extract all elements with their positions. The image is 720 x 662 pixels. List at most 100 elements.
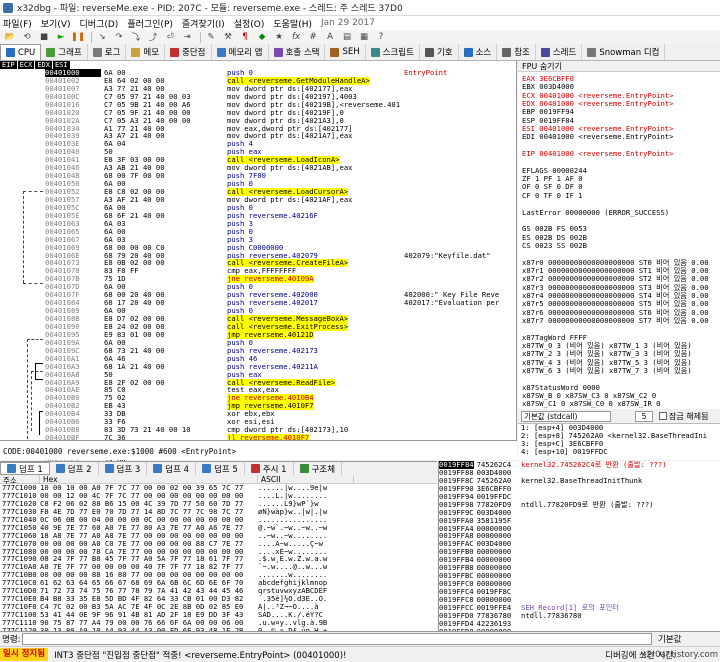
disasm-address[interactable]: 004010A1 xyxy=(45,355,101,363)
register-row[interactable]: x87TW_6 3 (비어 있음) x87TW_7 3 (비어 있음) xyxy=(522,367,720,375)
disasm-instruction[interactable]: call <reverseme.ExitProcess> xyxy=(227,322,403,331)
register-row[interactable]: x87r3 00000000000000000000 ST3 비어 있음 0.0… xyxy=(522,284,720,292)
disasm-instruction[interactable]: push 0 xyxy=(227,180,403,188)
disasm-address[interactable]: 00401040 xyxy=(45,148,101,156)
disasm-address[interactable]: 00401052 xyxy=(45,188,101,196)
stack-row[interactable]: 0019FFC4 0019FF8C xyxy=(439,588,518,596)
disasm-instruction[interactable]: push 0 xyxy=(227,307,403,315)
register-row[interactable]: EDX 00401000 <reverseme.EntryPoint> xyxy=(522,100,720,108)
register-row[interactable]: OF 0 SF 0 DF 0 xyxy=(522,183,720,191)
register-row[interactable] xyxy=(522,250,720,258)
disasm-address[interactable]: 0040109A xyxy=(45,339,101,347)
disasm-instruction[interactable]: mov dword ptr ds:[4021A7],eax xyxy=(227,132,403,140)
register-row[interactable]: EFLAGS 00000244 xyxy=(522,167,720,175)
disasm-address[interactable]: 0040100C xyxy=(45,93,101,101)
execute-till-return-icon[interactable]: ⏎ xyxy=(163,32,177,43)
run-icon[interactable]: ► xyxy=(54,32,68,43)
stack-row[interactable]: 0019FF98 77820FD9 xyxy=(439,501,518,509)
register-row[interactable] xyxy=(522,325,720,333)
register-row[interactable] xyxy=(522,217,720,225)
disasm-address[interactable]: 0040107B xyxy=(45,275,101,283)
unlocked-checkbox[interactable] xyxy=(659,412,667,420)
disasm-address[interactable]: 00401057 xyxy=(45,196,101,204)
register-row[interactable]: x87r0 00000000000000000000 ST0 비어 있음 0.0… xyxy=(522,259,720,267)
disasm-instruction[interactable]: push 0 xyxy=(227,283,403,291)
register-row[interactable]: x87r4 00000000000000000000 ST4 비어 있음 0.0… xyxy=(522,292,720,300)
disasm-address[interactable]: 0040104B xyxy=(45,172,101,180)
dump-row[interactable]: 777C1010 00 00 12 00 4C 7F 7C 77 00 00 00… xyxy=(0,492,437,500)
dump-row[interactable]: 777C1000 10 00 10 00 A0 7F 7C 77 00 00 02… xyxy=(0,484,437,492)
register-row[interactable] xyxy=(522,375,720,383)
stack-row[interactable]: 0019FFBC 00000000 xyxy=(439,572,518,580)
tab-call-stack[interactable]: 호출 스택 xyxy=(269,44,326,60)
register-row[interactable]: x87SW_B 0 x87SW_C3 0 x87SW_C2 0 xyxy=(522,392,720,400)
tab-symbols[interactable]: 기호 xyxy=(420,44,459,60)
disasm-address[interactable]: 004010A3 xyxy=(45,363,101,371)
dump-row[interactable]: 777C10B0 00 00 00 00 88 16 80 77 00 00 00… xyxy=(0,571,437,579)
register-row[interactable]: x87r1 00000000000000000000 ST1 비어 있음 0.0… xyxy=(522,267,720,275)
command-input[interactable] xyxy=(22,633,652,645)
register-row[interactable]: x87r5 00000000000000000000 ST5 비어 있음 0.0… xyxy=(522,300,720,308)
disasm-instruction[interactable]: mov dword ptr ds:[40219F],0 xyxy=(227,109,403,117)
register-row[interactable] xyxy=(522,142,720,150)
stack-row[interactable]: 0019FFB0 00000000 xyxy=(439,548,518,556)
dump-row[interactable]: 777C10C0 61 62 63 64 65 66 67 68 69 6A 6B… xyxy=(0,579,437,587)
register-row[interactable]: x87TW_2 3 (비어 있음) x87TW_3 3 (비어 있음) xyxy=(522,350,720,358)
disasm-instruction[interactable]: call <reverseme.CreateFileA> xyxy=(227,259,403,268)
arguments-pane[interactable]: 1: [esp+4] 003D4000 2: [esp+8] 745262A0 <… xyxy=(518,423,720,460)
disasm-address[interactable]: 00401007 xyxy=(45,85,101,93)
disasm-instruction[interactable]: push 0 xyxy=(227,69,403,77)
calculator-icon[interactable]: ▦ xyxy=(357,32,371,43)
dump-row[interactable]: 777C1060 18 A8 7E 77 A0 A8 7E 77 00 00 00… xyxy=(0,532,437,540)
script-toolbar-icon[interactable]: ▤ xyxy=(340,32,354,43)
fpu-toggle[interactable]: FPU 숨기기 xyxy=(518,61,720,72)
dump-row[interactable]: 777C10D0 71 72 73 74 75 76 77 78 79 7A 41… xyxy=(0,587,437,595)
trace-over-icon[interactable]: ⤴ xyxy=(146,32,160,43)
disasm-instruction[interactable]: mov eax,dword ptr ds:[402177] xyxy=(227,125,403,133)
disasm-address[interactable]: 004010B8 xyxy=(45,426,101,434)
disasm-instruction[interactable]: push 0 xyxy=(227,204,403,212)
disasm-instruction[interactable]: push reverseme.40211A xyxy=(227,363,403,371)
disasm-address[interactable]: 00401046 xyxy=(45,164,101,172)
disasm-instruction[interactable]: mov dword ptr ds:[402197],4003 xyxy=(227,93,403,101)
disasm-instruction[interactable]: push 3 xyxy=(227,236,403,244)
dump-row[interactable]: 777C1110 90 75 87 77 A4 79 00 00 76 66 6F… xyxy=(0,619,437,627)
register-row[interactable]: EIP 00401000 <reverseme.EntryPoint> xyxy=(522,150,720,158)
disasm-address[interactable]: 00401041 xyxy=(45,156,101,164)
disasm-address[interactable]: 00401067 xyxy=(45,236,101,244)
functions-icon[interactable]: fx xyxy=(289,32,303,43)
disasm-address[interactable]: 004010B0 xyxy=(45,394,101,402)
register-row[interactable]: x87r2 00000000000000000000 ST2 비어 있음 0.0… xyxy=(522,275,720,283)
disasm-address[interactable]: 0040105C xyxy=(45,204,101,212)
hash-icon[interactable]: # xyxy=(306,32,320,43)
tab-dump-1[interactable]: 덤프 1 xyxy=(0,462,50,475)
dump-row[interactable]: 777C1050 40 9E 7E 77 60 A0 7E 77 80 A3 7E… xyxy=(0,524,437,532)
disasm-instruction[interactable]: push 3 xyxy=(227,220,403,228)
disasm-address[interactable]: 00401034 xyxy=(45,125,101,133)
menu-item-4[interactable]: 즐겨찾기(I) xyxy=(182,17,225,30)
register-row[interactable] xyxy=(522,158,720,166)
register-row[interactable]: x87r7 00000000000000000000 ST7 비어 있음 0.0… xyxy=(522,317,720,325)
disasm-address[interactable]: 00401078 xyxy=(45,267,101,275)
tab-notes[interactable]: 메모 xyxy=(126,44,166,60)
disasm-instruction[interactable]: call <reverseme.GetModuleHandleA> xyxy=(227,76,403,85)
register-row[interactable]: ES 002B DS 002B xyxy=(522,234,720,242)
run-to-user-code-icon[interactable]: ⇥ xyxy=(180,32,194,43)
stack-row[interactable]: 0019FF94 0019FFDC xyxy=(439,493,518,501)
step-over-icon[interactable]: ↷ xyxy=(112,32,126,43)
menu-item-3[interactable]: 플러그인(P) xyxy=(127,17,173,30)
disasm-instruction[interactable]: push 4 xyxy=(227,140,403,148)
open-icon[interactable]: 📂 xyxy=(3,32,17,43)
disasm-address[interactable]: 0040107D xyxy=(45,283,101,291)
disasm-instruction[interactable]: mov dword ptr ds:[4021AF],eax xyxy=(227,196,403,204)
disasm-instruction[interactable]: jmp reverseme.40121D xyxy=(227,330,403,339)
dump-row[interactable]: 777C1030 F8 4E 7D 77 E0 70 7D 77 14 8D 7C… xyxy=(0,508,437,516)
disasm-address[interactable]: 00401002 xyxy=(45,77,101,85)
dump-row[interactable]: 777C10F0 C4 7C 02 00 B3 5A AC 7E 4F 0C 2E… xyxy=(0,603,437,611)
disasm-instruction[interactable]: push 0 xyxy=(227,228,403,236)
stack-row[interactable]: 0019FFA0 3581195F xyxy=(439,517,518,525)
tab-log[interactable]: 로그 xyxy=(88,44,127,60)
disasm-instruction[interactable]: push 46 xyxy=(227,355,403,363)
disasm-address[interactable]: 004010B2 xyxy=(45,402,101,410)
register-row[interactable]: GS 002B FS 0053 xyxy=(522,225,720,233)
